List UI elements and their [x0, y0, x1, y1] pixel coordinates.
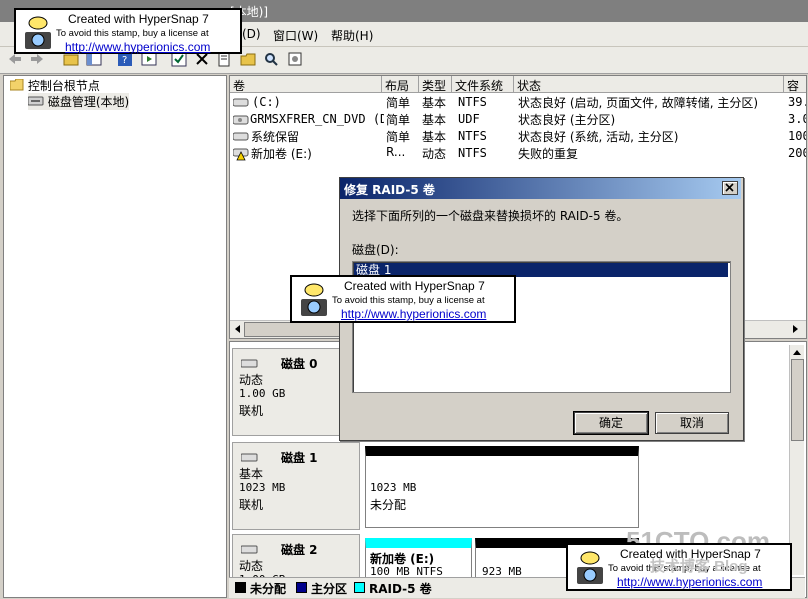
dialog-instruction: 选择下面所列的一个磁盘来替换损坏的 RAID-5 卷。: [352, 209, 629, 223]
dialog-close-button[interactable]: [722, 181, 738, 195]
blog-watermark: 技术博客 Blog: [650, 558, 748, 575]
tree-item-disk-management[interactable]: 磁盘管理(本地): [27, 93, 130, 110]
disk1-unallocated-segment[interactable]: 1023 MB 未分配: [365, 446, 639, 528]
vertical-scrollbar[interactable]: [789, 345, 804, 575]
menu-window[interactable]: 窗口(W): [273, 27, 318, 44]
folder-icon: [9, 78, 24, 91]
disk-state: 联机: [239, 498, 264, 512]
col-capacity[interactable]: 容: [784, 76, 806, 93]
cell-fs: NTFS: [458, 129, 487, 143]
legend-swatch-unallocated: [235, 582, 246, 593]
cell-fs: NTFS: [458, 95, 487, 109]
cell-fs: NTFS: [458, 146, 487, 160]
cell-capacity: 39.: [788, 95, 806, 109]
camera-logo-icon: [25, 16, 51, 49]
hypersnap-stamp: Created with HyperSnap 7 To avoid this s…: [290, 275, 516, 323]
menu-action[interactable]: (D): [242, 27, 261, 41]
disk-size: 1.00 GB: [239, 387, 286, 400]
close-icon: [725, 183, 734, 192]
cell-layout: R...: [386, 145, 406, 159]
scroll-thumb[interactable]: [244, 322, 342, 337]
legend-label: RAID-5 卷: [369, 582, 432, 596]
warning-drive-icon: [233, 148, 249, 161]
disk2-raid5-segment[interactable]: 新加卷 (E:) 100 MB NTFS: [365, 538, 472, 578]
col-volume[interactable]: 卷: [230, 76, 382, 93]
disk-type: 基本: [239, 467, 264, 481]
disk-name: 磁盘 1: [281, 451, 318, 465]
col-filesystem[interactable]: 文件系统: [452, 76, 514, 93]
legend-label: 未分配: [250, 582, 287, 596]
disk-icon: [241, 453, 258, 462]
cell-type: 基本: [422, 96, 447, 110]
cell-volume: 系统保留: [251, 130, 300, 144]
stamp-line1: Created with HyperSnap 7: [68, 12, 209, 26]
cell-capacity: 100: [788, 129, 806, 143]
cancel-button[interactable]: 取消: [655, 412, 729, 434]
stamp-line2: To avoid this stamp, buy a license at: [56, 28, 209, 39]
settings-icon[interactable]: [286, 50, 304, 68]
ok-button[interactable]: 确定: [574, 412, 648, 434]
legend-swatch-primary: [296, 582, 307, 593]
dialog-title: 修复 RAID-5 卷: [344, 183, 435, 197]
cell-status: 状态良好 (系统, 活动, 主分区): [518, 130, 679, 144]
cell-capacity: 3.0: [788, 112, 806, 126]
disk-type: 动态: [239, 373, 264, 387]
drive-icon: [233, 132, 249, 141]
stamp-line1: Created with HyperSnap 7: [344, 279, 485, 293]
stamp-line2: To avoid this stamp, buy a license at: [332, 295, 485, 306]
stamp-link[interactable]: http://www.hyperionics.com: [65, 40, 210, 54]
cell-volume: 新加卷 (E:): [251, 147, 312, 161]
svg-text:?: ?: [122, 55, 127, 66]
tree-root[interactable]: 控制台根节点: [9, 77, 100, 94]
cell-fs: UDF: [458, 112, 480, 126]
disk-name: 磁盘 2: [281, 543, 318, 557]
cell-layout: 简单: [386, 130, 411, 144]
cell-status: 状态良好 (启动, 页面文件, 故障转储, 主分区): [518, 96, 759, 110]
tree-root-label: 控制台根节点: [27, 79, 100, 93]
disk-icon: [241, 545, 258, 554]
hypersnap-stamp: Created with HyperSnap 7 To avoid this s…: [14, 8, 242, 54]
legend-swatch-raid5: [354, 582, 365, 593]
cell-volume: (C:): [252, 95, 281, 109]
cell-status: 失败的重复: [518, 147, 579, 161]
col-layout[interactable]: 布局: [382, 76, 419, 93]
menu-help[interactable]: 帮助(H): [331, 27, 373, 44]
scroll-right-icon[interactable]: [791, 323, 801, 338]
camera-logo-icon: [577, 551, 603, 584]
cell-type: 动态: [422, 147, 447, 161]
camera-logo-icon: [301, 283, 327, 316]
legend-label: 主分区: [311, 582, 348, 596]
disk-state: 联机: [239, 404, 264, 418]
tree-item-label: 磁盘管理(本地): [47, 95, 130, 109]
dvd-drive-icon: [233, 115, 249, 125]
disk-management-icon: [27, 96, 44, 106]
console-tree: 控制台根节点 磁盘管理(本地): [3, 75, 227, 598]
col-type[interactable]: 类型: [419, 76, 452, 93]
cell-capacity: 200: [788, 146, 806, 160]
cell-status: 状态良好 (主分区): [518, 113, 616, 127]
cell-type: 基本: [422, 130, 447, 144]
cell-layout: 简单: [386, 113, 411, 127]
disk-info-1[interactable]: 磁盘 1 基本 1023 MB 联机: [232, 442, 360, 530]
drive-icon: [233, 98, 249, 107]
disk-type: 动态: [239, 559, 264, 573]
disk-name: 磁盘 0: [281, 357, 318, 371]
col-status[interactable]: 状态: [514, 76, 784, 93]
disk-icon: [241, 359, 258, 368]
disk-list-label: 磁盘(D):: [352, 243, 399, 257]
cell-volume: GRMSXFRER_CN_DVD (D:): [250, 112, 384, 126]
dialog-title-bar[interactable]: 修复 RAID-5 卷: [340, 178, 741, 199]
scroll-thumb[interactable]: [791, 359, 804, 441]
cell-layout: 简单: [386, 96, 411, 110]
segment-label: 未分配: [370, 498, 407, 512]
stamp-link[interactable]: http://www.hyperionics.com: [617, 575, 762, 589]
segment-size: 1023 MB: [370, 481, 417, 494]
stamp-link[interactable]: http://www.hyperionics.com: [341, 307, 486, 321]
scroll-left-icon[interactable]: [232, 323, 242, 338]
search-icon[interactable]: [262, 50, 280, 68]
cell-type: 基本: [422, 113, 447, 127]
disk-size: 1023 MB: [239, 481, 286, 494]
